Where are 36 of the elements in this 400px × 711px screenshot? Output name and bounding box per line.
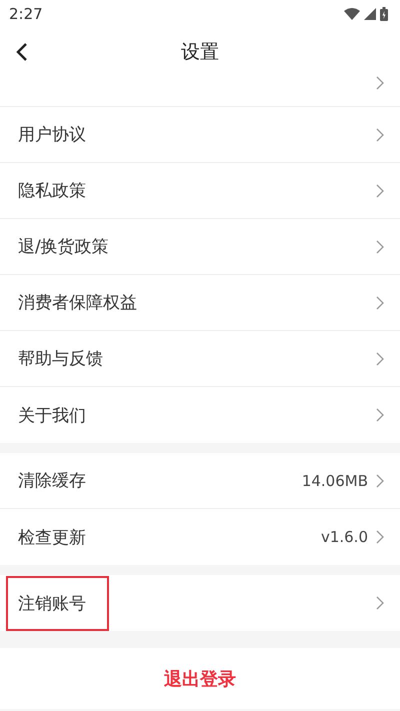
highlight-label: 注销账号: [6, 576, 109, 630]
row-label: 检查更新: [18, 526, 86, 548]
chevron-right-icon: [376, 184, 384, 198]
row-label: 用户协议: [18, 124, 86, 146]
settings-row[interactable]: 关于我们: [0, 387, 400, 443]
settings-row[interactable]: 退/换货政策: [0, 219, 400, 275]
settings-row[interactable]: 帮助与反馈: [0, 331, 400, 387]
wifi-icon: [344, 8, 360, 20]
page-title: 设置: [181, 40, 219, 65]
chevron-right-icon: [376, 296, 384, 310]
row-label: 清除缓存: [18, 470, 86, 492]
row-value: v1.6.0: [320, 528, 368, 546]
chevron-right-icon: [376, 352, 384, 366]
settings-row[interactable]: 注销账号: [0, 575, 400, 631]
status-time: 2:27: [9, 5, 43, 23]
row-label: 隐私政策: [18, 180, 86, 202]
settings-row[interactable]: 隐私政策: [0, 163, 400, 219]
row-label: 帮助与反馈: [18, 348, 103, 370]
chevron-right-icon: [376, 240, 384, 254]
settings-row[interactable]: 用户协议: [0, 107, 400, 163]
row-label: 退/换货政策: [18, 236, 109, 258]
chevron-right-icon: [376, 474, 384, 488]
chevron-right-icon: [376, 408, 384, 422]
row-value: 14.06MB: [302, 472, 368, 490]
battery-icon: [380, 7, 388, 21]
row-label: 关于我们: [18, 404, 86, 426]
settings-row[interactable]: 消费者保障权益: [0, 275, 400, 331]
signal-icon: [364, 8, 376, 20]
settings-row[interactable]: 清除缓存 14.06MB: [0, 453, 400, 509]
chevron-right-icon: [376, 530, 384, 544]
row-label: 消费者保障权益: [18, 292, 137, 314]
chevron-right-icon: [376, 76, 384, 90]
chevron-right-icon: [376, 128, 384, 142]
settings-row[interactable]: 检查更新 v1.6.0: [0, 509, 400, 565]
logout-button[interactable]: 退出登录: [0, 648, 400, 709]
chevron-right-icon: [376, 596, 384, 610]
